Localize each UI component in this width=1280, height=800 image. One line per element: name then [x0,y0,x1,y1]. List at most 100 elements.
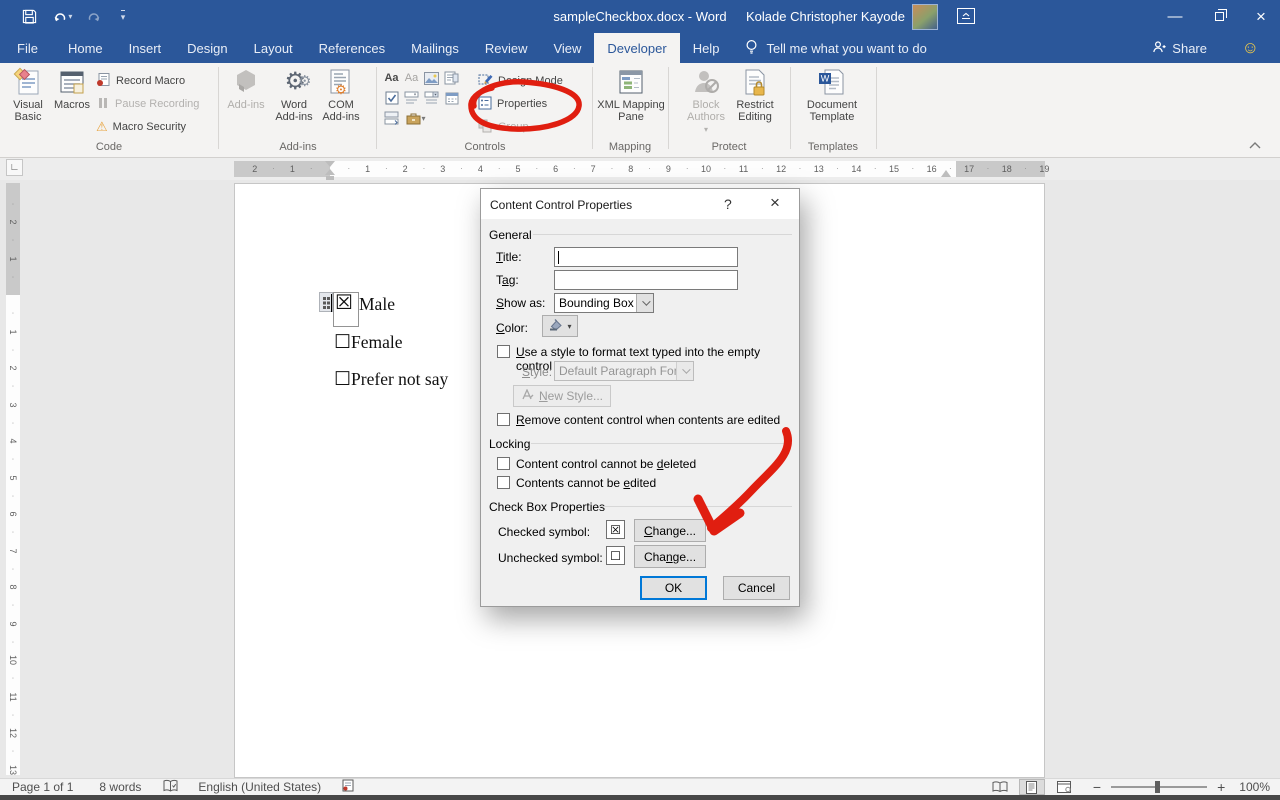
tab-view[interactable]: View [540,33,594,63]
hanging-indent-marker[interactable] [325,169,335,175]
record-macro-button[interactable]: Record Macro [96,72,185,90]
language-indicator[interactable]: English (United States) [198,780,321,794]
tab-developer[interactable]: Developer [594,33,679,63]
option-row-prefer-not-say[interactable]: ☐Prefer not say [334,368,448,391]
zoom-in-button[interactable]: + [1217,779,1225,795]
combo-box-control-icon[interactable] [403,90,420,106]
document-template-button[interactable]: W Document Template [802,65,862,123]
print-layout-view-button[interactable] [1019,779,1045,795]
change-unchecked-symbol-button[interactable]: Change... [634,545,706,568]
zoom-out-button[interactable]: − [1093,779,1101,795]
word-addins-button[interactable]: ⚙⚙ Word Add-ins [272,65,316,123]
plain-text-control-icon[interactable]: Aa [403,70,420,86]
rich-text-control-icon[interactable]: Aa [383,70,400,86]
cannot-edit-checkbox[interactable] [497,476,510,489]
close-button[interactable]: × [1244,0,1278,33]
show-as-value: Bounding Box [555,296,636,310]
tell-me-box[interactable]: Tell me what you want to do [732,33,939,63]
content-control-bounding-box[interactable]: ☒ [333,292,359,327]
tab-home[interactable]: Home [55,33,116,63]
read-mode-view-button[interactable] [987,779,1013,795]
dialog-title: Content Control Properties [490,198,632,212]
page-indicator[interactable]: Page 1 of 1 [12,780,73,794]
share-button[interactable]: Share [1139,33,1220,63]
proofing-status-icon[interactable] [163,779,178,796]
tab-references[interactable]: References [306,33,398,63]
ribbon: Visual Basic Macros Record Macro Pause R… [0,63,1280,158]
title-input[interactable] [554,247,738,267]
dialog-close-icon[interactable]: × [770,193,780,213]
collapse-ribbon-icon[interactable] [1248,139,1262,153]
design-mode-button[interactable]: Design Mode [478,72,563,90]
checkbox-unchecked-glyph[interactable]: ☐ [334,332,351,353]
share-icon [1152,40,1166,57]
tab-help[interactable]: Help [680,33,733,63]
minimize-button[interactable]: — [1158,0,1192,33]
addins-label: Add-ins [224,99,268,111]
color-picker-button[interactable]: ▾ [542,315,578,337]
block-authors-icon [684,65,728,99]
checkbox-unchecked-glyph[interactable]: ☐ [334,369,351,390]
ruler-row: ∟ 2112345678910111213141516171819·······… [0,158,1280,180]
macro-security-button[interactable]: ⚠ Macro Security [96,118,186,136]
ok-button[interactable]: OK [640,576,707,600]
web-layout-view-button[interactable] [1051,779,1077,795]
properties-button[interactable]: Properties [478,95,547,113]
checkbox-checked-glyph[interactable]: ☒ [335,290,353,315]
word-addins-gears-icon: ⚙⚙ [272,65,316,99]
remove-control-checkbox[interactable] [497,413,510,426]
macros-button[interactable]: Macros [52,65,92,111]
horizontal-ruler-bar[interactable]: 2112345678910111213141516171819·········… [234,161,1045,177]
tag-input[interactable] [554,270,738,290]
show-as-dropdown[interactable]: Bounding Box [554,293,654,313]
cancel-button[interactable]: Cancel [723,576,790,600]
app-window: { "colors":{"accent_blue":"#2b579a","ann… [0,0,1280,800]
word-count[interactable]: 8 words [99,780,141,794]
dialog-help-icon[interactable]: ? [724,196,732,212]
tab-review[interactable]: Review [472,33,541,63]
repeating-section-control-icon[interactable] [383,110,400,126]
tab-insert[interactable]: Insert [116,33,175,63]
general-section-label: General [489,228,532,242]
change-checked-symbol-button[interactable]: Change... [634,519,706,542]
tab-design[interactable]: Design [174,33,240,63]
vertical-ruler-bar[interactable]: 2112345678910111213················ [6,183,20,775]
option-label-prefer-not-say[interactable]: Prefer not say [351,369,448,389]
macro-recording-status-icon[interactable] [341,779,355,795]
com-addins-button[interactable]: ⚙ COM Add-ins [318,65,364,123]
tab-file[interactable]: File [0,33,55,63]
group-label-templates: Templates [790,141,876,153]
zoom-slider-thumb[interactable] [1155,781,1160,793]
feedback-smiley-icon[interactable]: ☺ [1229,33,1272,63]
zoom-level[interactable]: 100% [1239,780,1270,794]
chevron-down-icon[interactable] [636,294,653,312]
first-line-indent-marker[interactable] [325,161,335,167]
dropdown-list-control-icon[interactable] [423,90,440,106]
user-name[interactable]: Kolade Christopher Kayode [746,0,905,33]
cannot-delete-checkbox[interactable] [497,457,510,470]
option-label-female[interactable]: Female [351,332,403,352]
xml-mapping-pane-button[interactable]: XML Mapping Pane [594,65,668,123]
use-style-checkbox[interactable] [497,345,510,358]
tab-stop-selector[interactable]: ∟ [6,159,23,176]
macro-security-warning-icon: ⚠ [96,119,108,135]
user-avatar[interactable] [912,4,938,30]
restrict-editing-button[interactable]: Restrict Editing [732,65,778,123]
tab-layout[interactable]: Layout [241,33,306,63]
ribbon-display-options-icon[interactable] [957,8,975,24]
building-block-gallery-icon[interactable] [443,70,460,86]
tab-mailings[interactable]: Mailings [398,33,472,63]
checkbox-control-icon[interactable] [383,90,400,106]
zoom-slider[interactable] [1111,780,1207,794]
option-row-female[interactable]: ☐Female [334,331,403,354]
group-label: Group [498,121,529,133]
visual-basic-button[interactable]: Visual Basic [6,65,50,123]
picture-control-icon[interactable] [423,70,440,86]
restore-button[interactable] [1202,0,1236,33]
date-picker-control-icon[interactable] [443,90,460,106]
legacy-tools-icon[interactable]: ▾ [403,110,429,126]
paint-bucket-icon [548,318,564,335]
left-indent-marker[interactable] [326,176,334,180]
option-label-male[interactable]: Male [359,294,395,315]
com-addins-icon: ⚙ [318,65,364,99]
